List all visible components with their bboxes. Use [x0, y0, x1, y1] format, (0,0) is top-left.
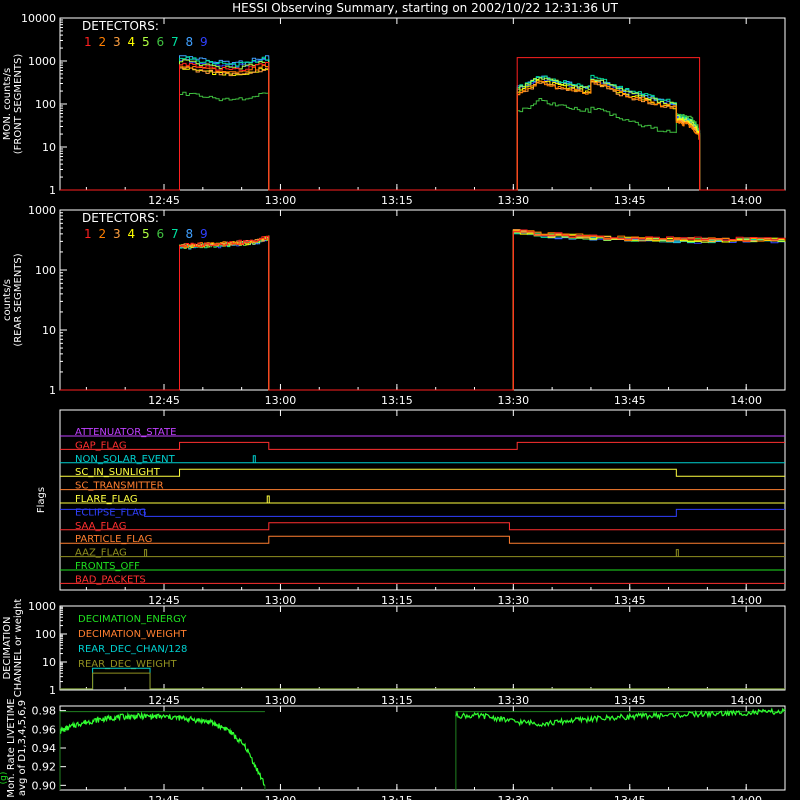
flags-panel-xtick-label-4: 13:45	[614, 594, 646, 607]
livetime-panel-xtick-label-3: 13:30	[497, 794, 529, 800]
livetime-panel-ytick-label-0: 0.90	[32, 779, 57, 792]
flags-panel-xtick-label-0: 12:45	[148, 594, 180, 607]
livetime-panel-ytick-label-2: 0.94	[32, 742, 57, 755]
rear-panel-xtick-label-3: 13:30	[497, 394, 529, 407]
decimation-panel-ytick-label-3: 1000	[28, 600, 56, 613]
rear-panel-ytick-label-0: 1	[49, 384, 56, 397]
livetime-panel-xtick-label-4: 13:45	[614, 794, 646, 800]
front-panel-legend-detector-7: 7	[171, 35, 179, 49]
decimation-panel-ytick-label-1: 10	[42, 656, 56, 669]
rear-panel-legend-detector-9: 9	[200, 227, 208, 241]
front-panel-ytick-label-2: 100	[35, 98, 56, 111]
front-panel-xtick-label-0: 12:45	[148, 194, 180, 207]
rear-panel-ytick-label-2: 100	[35, 264, 56, 277]
livetime-panel-ytick-label-3: 0.96	[32, 723, 57, 736]
decimation-panel-ylabel-2: CHANNEL or weight	[13, 599, 24, 698]
decimation-panel-xtick-label-0: 12:45	[148, 694, 180, 707]
front-panel-legend-detector-1: 1	[84, 35, 92, 49]
flags-panel-xtick-label-1: 13:00	[265, 594, 297, 607]
front-panel-xtick-label-4: 13:45	[614, 194, 646, 207]
flags-panel-ylabel: Flags	[36, 487, 47, 513]
livetime-panel-xtick-label-1: 13:00	[265, 794, 297, 800]
flags-panel-xtick-label-3: 13:30	[497, 594, 529, 607]
decimation-legend-1: DECIMATION_WEIGHT	[78, 629, 187, 640]
front-panel-xtick-label-5: 14:00	[730, 194, 762, 207]
rear-panel-legend-detector-8: 8	[186, 227, 194, 241]
rear-panel-legend-detector-2: 2	[99, 227, 107, 241]
front-panel-legend-title: DETECTORS:	[82, 19, 159, 33]
rear-panel-legend-detector-4: 4	[128, 227, 136, 241]
livetime-panel-xtick-label-2: 13:15	[381, 794, 413, 800]
decimation-panel-xtick-label-2: 13:15	[381, 694, 413, 707]
front-panel-legend-detector-9: 9	[200, 35, 208, 49]
decimation-panel-ytick-label-0: 1	[49, 684, 56, 697]
rear-panel-xtick-label-5: 14:00	[730, 394, 762, 407]
livetime-panel-ylabel-2: avg of D1,3,4,5,6,9	[17, 700, 28, 796]
front-panel-legend-detector-3: 3	[113, 35, 121, 49]
front-panel-legend-detector-2: 2	[99, 35, 107, 49]
front-panel-legend-detector-4: 4	[128, 35, 136, 49]
front-panel-ytick-label-1: 10	[42, 141, 56, 154]
front-panel-xtick-label-3: 13:30	[497, 194, 529, 207]
front-panel-xtick-label-1: 13:00	[265, 194, 297, 207]
rear-panel-ytick-label-1: 10	[42, 324, 56, 337]
rear-panel-ylabel-2: (REAR SEGMENTS)	[13, 253, 24, 346]
rear-panel-xtick-label-1: 13:00	[265, 394, 297, 407]
decimation-legend-2: REAR_DEC_CHAN/128	[78, 644, 187, 655]
rear-panel-xtick-label-4: 13:45	[614, 394, 646, 407]
figure-title: HESSI Observing Summary, starting on 200…	[232, 1, 618, 15]
rear-panel-ylabel: counts/s	[2, 279, 13, 321]
decimation-panel-xtick-label-5: 14:00	[730, 694, 762, 707]
decimation-panel-xtick-label-3: 13:30	[497, 694, 529, 707]
rear-panel-legend-detector-5: 5	[142, 227, 150, 241]
rear-panel-legend-detector-3: 3	[113, 227, 121, 241]
livetime-panel-xtick-label-5: 14:00	[730, 794, 762, 800]
front-panel-ytick-label-0: 1	[49, 184, 56, 197]
livetime-panel-xtick-label-0: 12:45	[148, 794, 180, 800]
front-panel-ylabel: MON. counts/s	[2, 68, 13, 140]
rear-panel-ytick-label-3: 1000	[28, 204, 56, 217]
decimation-panel-ytick-label-2: 100	[35, 628, 56, 641]
front-panel-legend-detector-6: 6	[157, 35, 165, 49]
rear-panel-legend-title: DETECTORS:	[82, 211, 159, 225]
livetime-panel-ytick-label-4: 0.98	[32, 705, 57, 718]
decimation-legend-0: DECIMATION_ENERGY	[78, 614, 187, 625]
rear-panel-xtick-label-2: 13:15	[381, 394, 413, 407]
front-panel-legend-detector-8: 8	[186, 35, 194, 49]
front-panel-legend-detector-5: 5	[142, 35, 150, 49]
front-panel-ylabel-2: (FRONT SEGMENTS)	[13, 54, 24, 155]
rear-panel-legend-detector-1: 1	[84, 227, 92, 241]
rear-panel-legend-detector-7: 7	[171, 227, 179, 241]
rear-panel-legend-detector-6: 6	[157, 227, 165, 241]
hessi-summary-figure: HESSI Observing Summary, starting on 200…	[0, 0, 800, 800]
livetime-panel-ylabel: Mon. Rate LIVETIME	[6, 698, 17, 797]
decimation-panel-xtick-label-4: 13:45	[614, 694, 646, 707]
flags-panel-xtick-label-2: 13:15	[381, 594, 413, 607]
livetime-panel-ytick-label-1: 0.92	[32, 761, 57, 774]
decimation-panel-xtick-label-1: 13:00	[265, 694, 297, 707]
front-panel-ytick-label-4: 10000	[21, 12, 56, 25]
front-panel-ytick-label-3: 1000	[28, 55, 56, 68]
front-panel-xtick-label-2: 13:15	[381, 194, 413, 207]
rear-panel-xtick-label-0: 12:45	[148, 394, 180, 407]
flags-panel-xtick-label-5: 14:00	[730, 594, 762, 607]
decimation-panel-ylabel: DECIMATION	[2, 616, 13, 679]
